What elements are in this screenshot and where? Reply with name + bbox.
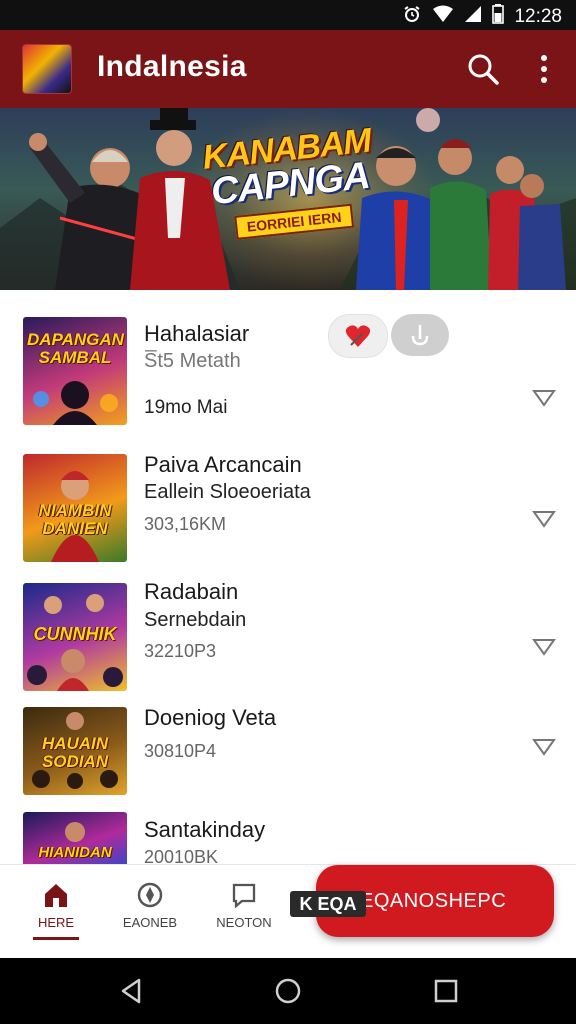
nav-label-home: HERE [37, 915, 75, 930]
nav-item-explore[interactable]: EAONEB [104, 865, 196, 959]
list-item[interactable]: DAPANGAN SAMBAL Hahalasiar S̅t5 Metath 1… [0, 290, 576, 425]
download-button[interactable] [391, 314, 449, 356]
item-title: Paiva Arcancain [144, 452, 302, 477]
item-meta: 32210P3 [144, 641, 217, 661]
list-item[interactable]: CUNNHIK Radabain Sernebdain 32210P3 [0, 555, 576, 691]
compass-icon [137, 882, 163, 908]
item-title: Hahalasiar [144, 321, 250, 346]
heart-icon [345, 325, 371, 347]
app-logo[interactable] [22, 44, 72, 94]
thumbnail-caption: HAUAIN SODIAN [41, 734, 109, 771]
item-thumbnail[interactable]: HAUAIN SODIAN [23, 707, 127, 795]
item-thumbnail[interactable]: CUNNHIK [23, 583, 127, 691]
chevron-down-icon[interactable] [532, 637, 556, 657]
search-button[interactable] [466, 52, 500, 86]
app-title: Indalnesia [97, 50, 247, 83]
item-title: Santakinday [144, 817, 266, 842]
recents-icon[interactable] [431, 976, 461, 1006]
favorite-button[interactable] [328, 314, 388, 358]
item-subtitle: S̅t5 Metath [144, 350, 241, 372]
home-icon [45, 884, 67, 907]
promo-banner[interactable]: KANABAM CAPNGA EORRIEI IERN [0, 108, 576, 290]
thumbnail-caption: NIAMBIN DANIEN [38, 501, 112, 538]
item-title: Radabain [144, 579, 239, 604]
nav-item-home[interactable]: HERE [10, 865, 102, 959]
alarm-icon [402, 4, 422, 30]
item-meta: 30810P4 [144, 741, 217, 761]
battery-icon [492, 4, 505, 30]
content-list: DAPANGAN SAMBAL Hahalasiar S̅t5 Metath 1… [0, 290, 576, 864]
item-thumbnail[interactable]: DAPANGAN SAMBAL [23, 317, 127, 425]
nav-item-news[interactable]: NEOTON [198, 865, 290, 959]
item-subtitle: Sernebdain [144, 609, 247, 631]
more-options-button[interactable] [532, 52, 556, 86]
item-thumbnail[interactable]: NIAMBIN DANIEN [23, 454, 127, 562]
search-icon [468, 54, 499, 85]
item-meta: 19mo Mai [144, 397, 228, 418]
more-vert-icon [541, 55, 547, 83]
nav-label-news: NEOTON [216, 915, 272, 930]
list-item[interactable]: HAUAIN SODIAN Doeniog Veta 30810P4 [0, 685, 576, 805]
item-title: Doeniog Veta [144, 705, 277, 730]
thumbnail-caption: CUNNHIK [33, 624, 117, 644]
item-meta: 20010BK [144, 847, 219, 864]
item-meta: 303,16KM [144, 514, 227, 534]
wifi-icon [432, 5, 454, 29]
chevron-down-icon[interactable] [532, 509, 556, 529]
k-badge: K EQA [290, 891, 366, 917]
download-icon [411, 325, 429, 346]
chevron-down-icon[interactable] [532, 737, 556, 757]
app-bar: Indalnesia [0, 30, 576, 108]
clock-time: 12:28 [514, 6, 562, 27]
item-subtitle: Eallein Sloeoeriata [144, 481, 311, 503]
list-item[interactable]: HIANIDAN Santakinday 20010BK [0, 805, 576, 864]
thumbnail-caption: DAPANGAN SAMBAL [27, 330, 124, 367]
message-square-icon [232, 883, 256, 909]
thumbnail-caption: HIANIDAN [38, 844, 112, 861]
back-icon[interactable] [117, 976, 147, 1006]
chevron-down-icon[interactable] [532, 388, 556, 408]
item-thumbnail[interactable]: HIANIDAN [23, 812, 127, 864]
home-button-icon[interactable] [273, 976, 303, 1006]
banner-title: KANABAM CAPNGA EORRIEI IERN [200, 121, 380, 242]
active-tab-indicator [33, 937, 79, 940]
signal-icon [464, 5, 482, 29]
list-item[interactable]: NIAMBIN DANIEN Paiva Arcancain Eallein S… [0, 425, 576, 562]
nav-label-explore: EAONEB [122, 915, 178, 930]
status-bar: 12:28 [0, 0, 576, 30]
system-navigation-bar [0, 958, 576, 1024]
